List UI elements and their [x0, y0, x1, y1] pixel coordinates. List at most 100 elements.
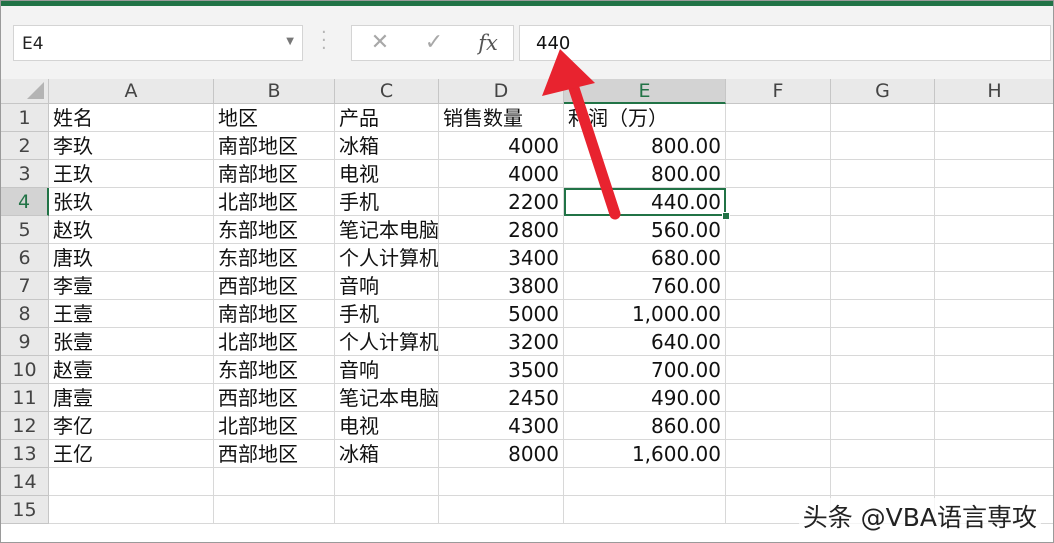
cell-b2[interactable]: 南部地区 [214, 132, 335, 160]
cell-d7[interactable]: 3800 [439, 272, 564, 300]
row-header-13[interactable]: 13 [1, 440, 49, 468]
cell-d3[interactable]: 4000 [439, 160, 564, 188]
name-box[interactable]: E4 ▼ [13, 25, 303, 61]
cell-c8[interactable]: 手机 [335, 300, 439, 328]
cell-e1[interactable]: 利润（万） [564, 104, 726, 132]
cell-d9[interactable]: 3200 [439, 328, 564, 356]
cell-f1[interactable] [726, 104, 831, 132]
cell-b1[interactable]: 地区 [214, 104, 335, 132]
cell-g5[interactable] [831, 216, 935, 244]
cell-e8[interactable]: 1,000.00 [564, 300, 726, 328]
cell-g9[interactable] [831, 328, 935, 356]
row-header-15[interactable]: 15 [1, 496, 49, 524]
cell-g2[interactable] [831, 132, 935, 160]
cell-c15[interactable] [335, 496, 439, 524]
cell-e14[interactable] [564, 468, 726, 496]
cell-f7[interactable] [726, 272, 831, 300]
cell-h12[interactable] [935, 412, 1053, 440]
cell-a5[interactable]: 赵玖 [49, 216, 214, 244]
cell-h4[interactable] [935, 188, 1053, 216]
cell-g12[interactable] [831, 412, 935, 440]
cell-h8[interactable] [935, 300, 1053, 328]
cell-h10[interactable] [935, 356, 1053, 384]
row-header-11[interactable]: 11 [1, 384, 49, 412]
cell-a12[interactable]: 李亿 [49, 412, 214, 440]
cell-c1[interactable]: 产品 [335, 104, 439, 132]
row-header-4[interactable]: 4 [1, 188, 49, 216]
cell-e4[interactable]: 440.00 [564, 188, 726, 216]
cell-a2[interactable]: 李玖 [49, 132, 214, 160]
cell-h11[interactable] [935, 384, 1053, 412]
row-header-6[interactable]: 6 [1, 244, 49, 272]
cell-d1[interactable]: 销售数量 [439, 104, 564, 132]
cell-e11[interactable]: 490.00 [564, 384, 726, 412]
cell-d12[interactable]: 4300 [439, 412, 564, 440]
row-header-5[interactable]: 5 [1, 216, 49, 244]
cell-c10[interactable]: 音响 [335, 356, 439, 384]
cell-h9[interactable] [935, 328, 1053, 356]
row-header-10[interactable]: 10 [1, 356, 49, 384]
cell-b13[interactable]: 西部地区 [214, 440, 335, 468]
cell-c6[interactable]: 个人计算机 [335, 244, 439, 272]
column-header-d[interactable]: D [439, 79, 564, 104]
column-header-c[interactable]: C [335, 79, 439, 104]
cell-f4[interactable] [726, 188, 831, 216]
cell-h14[interactable] [935, 468, 1053, 496]
cell-c4[interactable]: 手机 [335, 188, 439, 216]
cell-a6[interactable]: 唐玖 [49, 244, 214, 272]
cell-b15[interactable] [214, 496, 335, 524]
cell-a4[interactable]: 张玖 [49, 188, 214, 216]
cell-e2[interactable]: 800.00 [564, 132, 726, 160]
cell-f10[interactable] [726, 356, 831, 384]
cell-g4[interactable] [831, 188, 935, 216]
row-header-7[interactable]: 7 [1, 272, 49, 300]
column-header-f[interactable]: F [726, 79, 831, 104]
cell-d14[interactable] [439, 468, 564, 496]
cell-e12[interactable]: 860.00 [564, 412, 726, 440]
cell-h5[interactable] [935, 216, 1053, 244]
cell-a15[interactable] [49, 496, 214, 524]
cell-g8[interactable] [831, 300, 935, 328]
cell-b14[interactable] [214, 468, 335, 496]
cell-b10[interactable]: 东部地区 [214, 356, 335, 384]
cell-f11[interactable] [726, 384, 831, 412]
cell-d10[interactable]: 3500 [439, 356, 564, 384]
column-header-b[interactable]: B [214, 79, 335, 104]
column-header-e[interactable]: E [564, 79, 726, 104]
cell-b11[interactable]: 西部地区 [214, 384, 335, 412]
cell-f8[interactable] [726, 300, 831, 328]
cell-g7[interactable] [831, 272, 935, 300]
cancel-icon[interactable]: ✕ [360, 29, 400, 57]
cell-a9[interactable]: 张壹 [49, 328, 214, 356]
cell-e13[interactable]: 1,600.00 [564, 440, 726, 468]
cell-b4[interactable]: 北部地区 [214, 188, 335, 216]
cell-e3[interactable]: 800.00 [564, 160, 726, 188]
check-icon[interactable]: ✓ [414, 29, 454, 57]
row-header-2[interactable]: 2 [1, 132, 49, 160]
cell-f6[interactable] [726, 244, 831, 272]
chevron-down-icon[interactable]: ▼ [286, 36, 294, 47]
cell-a1[interactable]: 姓名 [49, 104, 214, 132]
cell-e7[interactable]: 760.00 [564, 272, 726, 300]
cell-f3[interactable] [726, 160, 831, 188]
cell-f9[interactable] [726, 328, 831, 356]
column-header-a[interactable]: A [49, 79, 214, 104]
cell-b7[interactable]: 西部地区 [214, 272, 335, 300]
row-header-8[interactable]: 8 [1, 300, 49, 328]
cell-a3[interactable]: 王玖 [49, 160, 214, 188]
cell-f14[interactable] [726, 468, 831, 496]
cell-e15[interactable] [564, 496, 726, 524]
cell-a10[interactable]: 赵壹 [49, 356, 214, 384]
row-header-1[interactable]: 1 [1, 104, 49, 132]
cell-e5[interactable]: 560.00 [564, 216, 726, 244]
cell-g1[interactable] [831, 104, 935, 132]
cell-g6[interactable] [831, 244, 935, 272]
row-header-9[interactable]: 9 [1, 328, 49, 356]
cell-d2[interactable]: 4000 [439, 132, 564, 160]
cell-g14[interactable] [831, 468, 935, 496]
cell-h7[interactable] [935, 272, 1053, 300]
cell-d6[interactable]: 3400 [439, 244, 564, 272]
insert-function-icon[interactable]: fx [468, 29, 508, 57]
cell-e6[interactable]: 680.00 [564, 244, 726, 272]
column-header-g[interactable]: G [831, 79, 935, 104]
